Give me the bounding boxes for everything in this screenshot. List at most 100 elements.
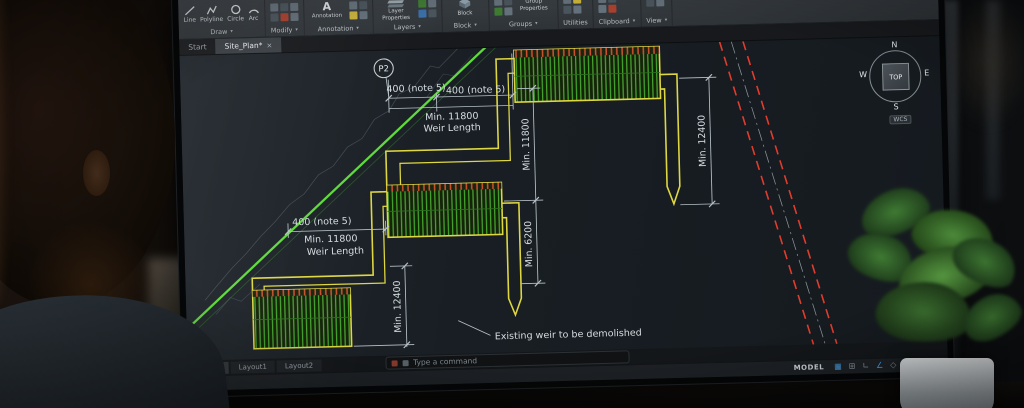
panel-label-utilities[interactable]: Utilities [563,17,588,29]
panel-label-annotation[interactable]: Annotation ▾ [309,23,367,36]
group-tools-grid[interactable] [493,0,513,16]
cut-icon[interactable] [598,4,607,13]
viewcube-top-face[interactable]: TOP [881,62,910,91]
min6200-vertical: Min. 6200 [523,221,535,268]
annotation-big-label: Annotation [311,13,343,20]
tab-layout2[interactable]: Layout2 [276,358,322,373]
leader-icon[interactable] [358,0,367,9]
panel-label-block[interactable]: Block ▾ [447,20,483,32]
chevron-down-icon: ▾ [356,25,359,32]
point-icon[interactable] [562,5,572,14]
utility-tools-grid[interactable] [562,0,582,14]
demolish-note: Existing weir to be demolished [495,328,642,343]
line-tool-button[interactable]: Line [183,5,196,23]
arc-tool-button[interactable]: Arc [248,3,259,22]
tab-start[interactable]: Start [179,39,216,55]
demolition-lines [718,41,838,345]
annotation-tools-grid[interactable] [348,0,368,20]
snap-icon[interactable]: ⊞ [849,361,856,370]
quick-calc-icon[interactable] [572,0,581,4]
zoom-icon[interactable] [655,0,664,7]
circle-tool-button[interactable]: Circle [227,4,244,22]
chevron-down-icon: ▾ [535,20,538,27]
layer-tools-grid[interactable] [417,0,437,18]
group-icon[interactable] [493,0,502,6]
mirror-icon[interactable] [289,12,299,21]
modify-tools-grid[interactable] [269,2,299,22]
group-select-icon[interactable] [503,6,513,15]
tab-layout1[interactable]: Layout1 [230,360,276,374]
mtext-icon[interactable] [358,10,368,19]
move-icon[interactable] [269,2,278,12]
model-space-indicator[interactable]: MODEL [794,363,825,372]
chevron-down-icon: ▾ [295,26,298,33]
erase-icon[interactable] [279,12,289,21]
polyline-tool-button[interactable]: Polyline [199,4,224,23]
layers-icon [387,0,405,8]
panel-label-modify[interactable]: Modify ▾ [270,25,298,37]
panel-label-groups[interactable]: Groups ▾ [494,18,552,31]
panel-label-layers[interactable]: Layers ▾ [378,21,436,34]
keyboard-icon [402,359,409,366]
note400-top-a: 400 (note 5) [386,83,446,95]
workspace-icon[interactable]: ≡ [916,360,923,369]
ribbon-panel-draw: Line Polyline Circle Arc Draw ▾ [177,0,266,40]
panel-label-draw[interactable]: Draw ▾ [184,26,260,39]
wcs-badge[interactable]: WCS [889,114,912,125]
layer-properties-button[interactable]: Layer Properties [378,0,415,22]
annotation-big-button[interactable]: A Annotation [309,0,345,20]
customize-icon[interactable] [391,359,398,367]
polyline-tool-label: Polyline [199,15,224,23]
view-tools-grid[interactable] [645,0,664,7]
arc-tool-label: Arc [248,14,259,22]
paste-icon[interactable] [597,0,607,3]
trim-icon[interactable] [269,12,279,22]
ribbon-panel-annotation: A Annotation Annotation ▾ [303,0,374,36]
dimension-icon[interactable] [348,0,357,10]
isolate-icon[interactable]: □ [930,359,938,368]
polar-tracking-icon[interactable]: ∠ [876,361,883,370]
layer-on-icon[interactable] [417,0,426,8]
tab-model[interactable]: Model [191,361,229,375]
layer-isolate-icon[interactable] [427,8,437,17]
circle-icon [230,4,240,14]
clipboard-tools-grid[interactable] [597,0,617,13]
annotation-scale-icon[interactable]: ▲ [903,360,909,369]
grid-icon[interactable]: ▦ [834,362,842,371]
layer-freeze-icon[interactable] [427,0,436,7]
copy-icon[interactable] [279,2,288,11]
measure-icon[interactable] [562,0,571,4]
chevron-down-icon: ▾ [664,17,668,24]
layer-lock-icon[interactable] [417,9,427,18]
block-big-button[interactable]: Block [447,0,483,17]
match-properties-icon[interactable] [608,4,617,13]
panel-label-clipboard[interactable]: Clipboard ▾ [599,16,636,28]
ortho-icon[interactable]: ∟ [862,361,869,370]
viewcube-compass[interactable]: N E S W TOP [859,39,929,119]
ribbon-panel-clipboard: Clipboard ▾ [592,0,642,29]
compass-north-label[interactable]: N [891,40,897,49]
ungroup-icon[interactable] [503,0,512,5]
rotate-icon[interactable] [289,2,298,11]
group-properties-button[interactable]: Group Properties [516,0,552,12]
drawing-canvas[interactable]: P2 400 (note 5) 400 (note 5) Min. 11800 … [179,36,948,361]
osnap-icon[interactable]: ◇ [890,360,896,369]
circle-tool-label: Circle [227,14,245,23]
copy-clip-icon[interactable] [607,0,617,3]
polyline-icon [206,5,217,15]
tab-site-plan[interactable]: Site_Plan* × [215,37,282,55]
ribbon-panel-utilities: Utilities [557,0,594,30]
compass-east-label[interactable]: E [924,68,929,77]
id-point-icon[interactable] [572,4,582,14]
panel-label-view[interactable]: View ▾ [646,15,667,27]
compass-west-label[interactable]: W [859,70,867,79]
compass-south-label[interactable]: S [893,102,898,111]
table-icon[interactable] [348,10,358,20]
chevron-down-icon: ▾ [418,23,421,30]
arc-icon [248,9,259,14]
close-icon[interactable]: × [266,41,272,49]
pan-icon[interactable] [645,0,654,7]
group-edit-icon[interactable] [493,7,503,16]
note400-mid: 400 (note 5) [292,216,352,228]
ribbon-panel-modify: Modify ▾ [264,0,305,37]
